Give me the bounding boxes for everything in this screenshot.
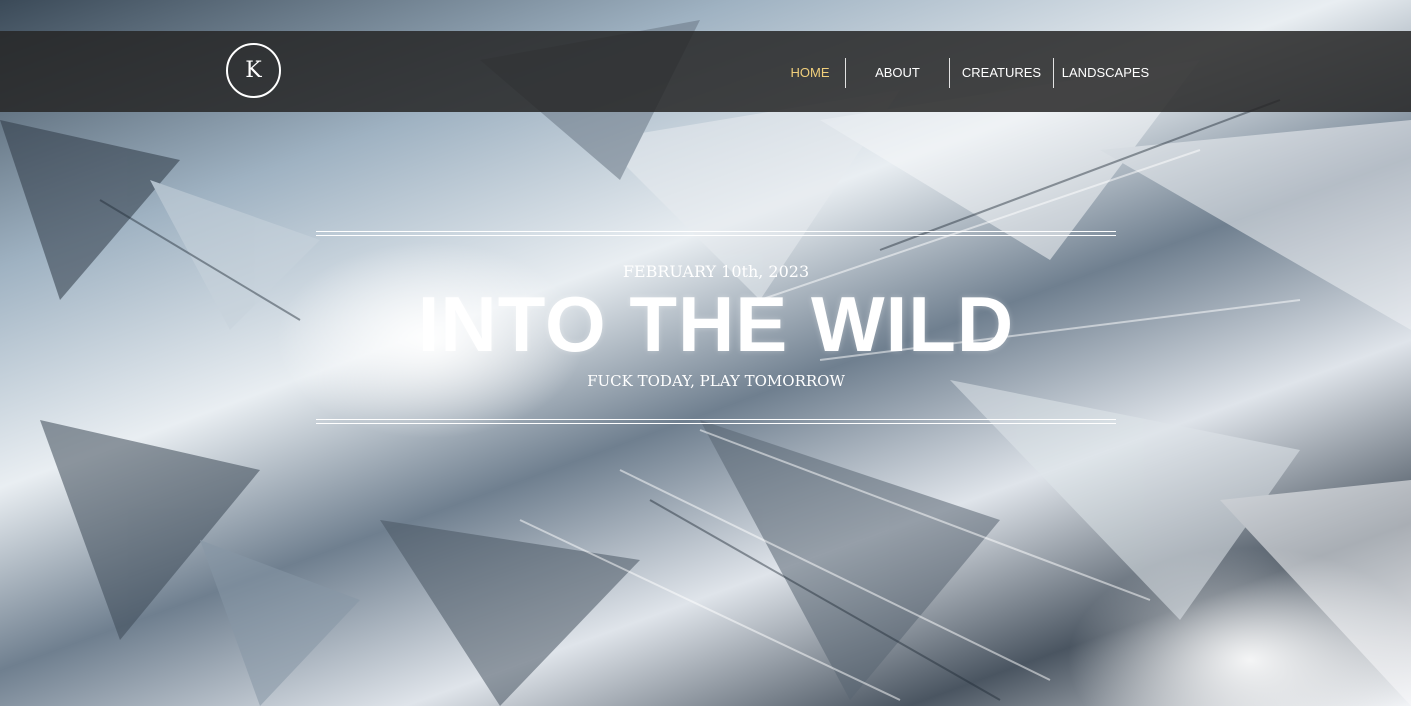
hero-title: INTO THE WILD — [417, 280, 1015, 368]
main-menu: HOME ABOUT CREATURES LANDSCAPES — [775, 58, 1157, 88]
hero-bottom-rule — [316, 419, 1116, 424]
logo-letter: K — [245, 58, 262, 83]
hero-top-rule — [316, 231, 1116, 236]
hero-text-block: FEBRUARY 10th, 2023 INTO THE WILD FUCK T… — [316, 229, 1116, 429]
logo[interactable]: K — [226, 43, 281, 98]
nav-item-about[interactable]: ABOUT — [846, 58, 949, 88]
hero-section: K HOME ABOUT CREATURES LANDSCAPES FEBRUA… — [0, 0, 1411, 706]
nav-item-home[interactable]: HOME — [775, 58, 845, 88]
menu-divider — [845, 58, 846, 88]
nav-item-creatures[interactable]: CREATURES — [950, 58, 1053, 88]
hero-subtitle: FUCK TODAY, PLAY TOMORROW — [587, 372, 845, 390]
menu-divider — [949, 58, 950, 88]
menu-divider — [1053, 58, 1054, 88]
top-navigation-bar: K HOME ABOUT CREATURES LANDSCAPES — [0, 31, 1411, 112]
nav-item-landscapes[interactable]: LANDSCAPES — [1054, 58, 1157, 88]
